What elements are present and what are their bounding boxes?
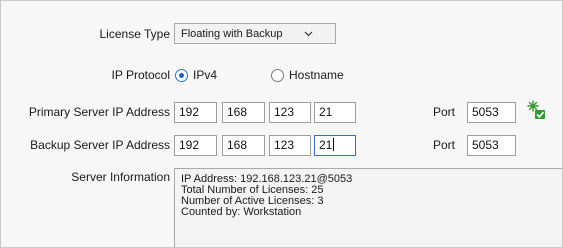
server-information-label: Server Information bbox=[71, 170, 170, 184]
primary-ip-octet-4[interactable]: 21 bbox=[314, 102, 356, 123]
primary-ip-octet-1[interactable]: 192 bbox=[174, 102, 217, 123]
primary-port-field[interactable]: 5053 bbox=[467, 102, 516, 123]
primary-server-label: Primary Server IP Address bbox=[28, 105, 170, 119]
license-type-value: Floating with Backup bbox=[181, 28, 283, 40]
ipv4-radio[interactable] bbox=[175, 68, 188, 82]
hostname-radio-label: Hostname bbox=[289, 68, 344, 82]
text-cursor bbox=[333, 138, 335, 151]
primary-ip-octet-3[interactable]: 123 bbox=[269, 102, 311, 123]
backup-port-field[interactable]: 5053 bbox=[467, 135, 516, 156]
backup-ip-octet-4[interactable]: 21 bbox=[314, 135, 356, 156]
backup-port-label: Port bbox=[433, 138, 456, 152]
ip-protocol-label: IP Protocol bbox=[111, 68, 170, 82]
server-info-counted-by: Counted by: Workstation bbox=[181, 206, 302, 218]
backup-ip-octet-1[interactable]: 192 bbox=[174, 135, 217, 156]
primary-ip-octet-2[interactable]: 168 bbox=[222, 102, 265, 123]
ipv4-radio-label: IPv4 bbox=[193, 68, 218, 82]
license-settings-panel: License Type Floating with Backup IP Pro… bbox=[0, 0, 563, 248]
license-type-select[interactable]: Floating with Backup bbox=[174, 23, 336, 44]
primary-port-label: Port bbox=[433, 105, 456, 119]
server-information-box: IP Address: 192.168.123.21@5053 Total Nu… bbox=[174, 168, 562, 247]
backup-ip-octet-2[interactable]: 168 bbox=[222, 135, 265, 156]
license-type-label: License Type bbox=[99, 27, 171, 41]
hostname-radio-option[interactable]: Hostname bbox=[271, 67, 344, 83]
backup-ip-octet-3[interactable]: 123 bbox=[269, 135, 311, 156]
connection-ok-icon bbox=[527, 100, 545, 119]
hostname-radio[interactable] bbox=[271, 68, 284, 82]
ipv4-radio-option[interactable]: IPv4 bbox=[175, 67, 217, 83]
backup-ip-octet-4-value: 21 bbox=[319, 138, 333, 152]
backup-server-label: Backup Server IP Address bbox=[30, 138, 170, 152]
chevron-down-icon bbox=[304, 31, 313, 37]
